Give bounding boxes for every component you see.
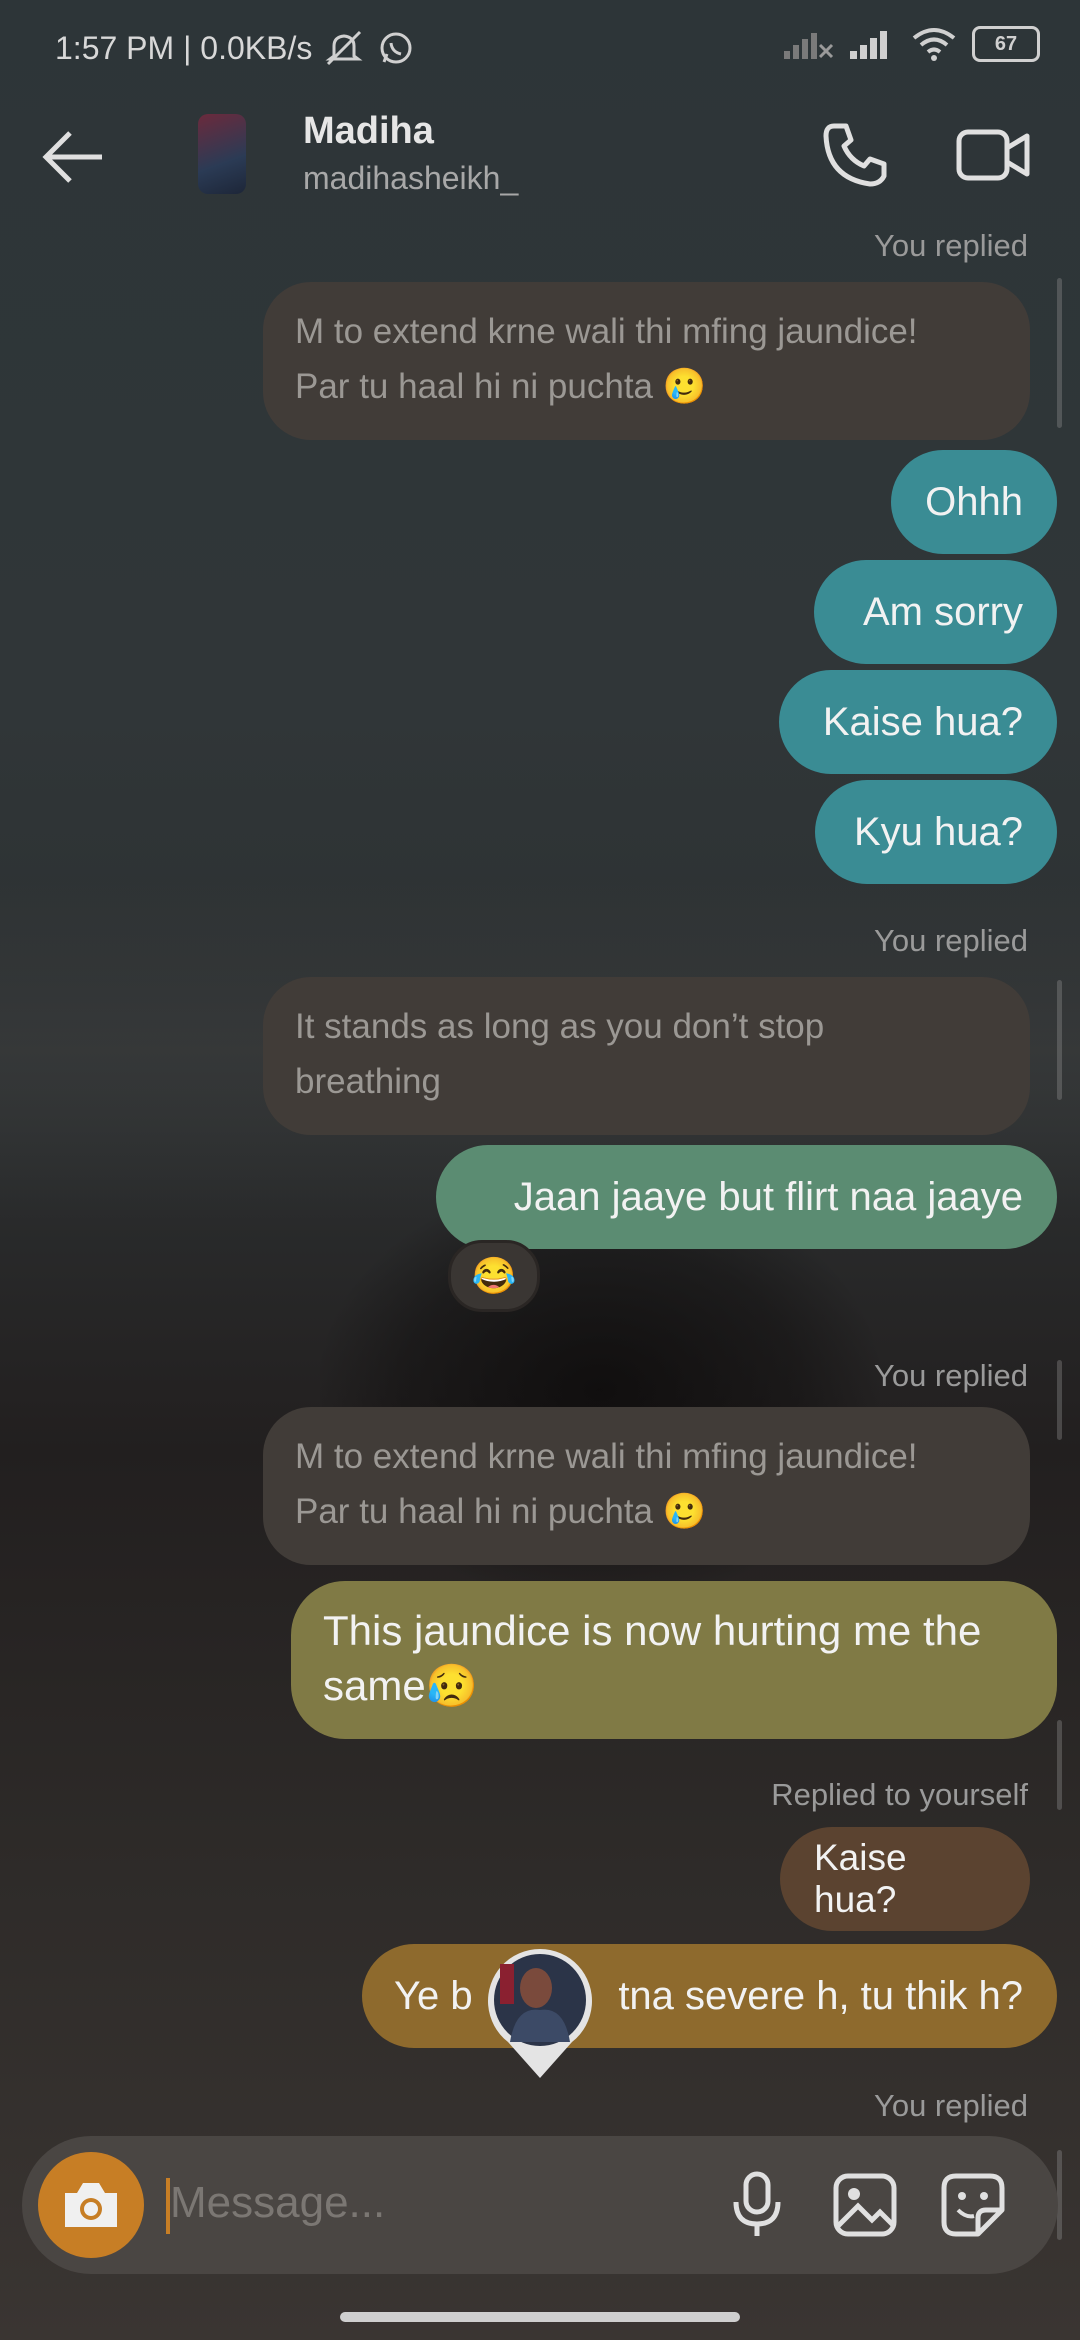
reply-label: You replied (874, 923, 1028, 958)
contact-username[interactable]: madihasheikh_ (303, 160, 518, 197)
chat-header: Madiha madihasheikh_ (0, 96, 1080, 216)
gallery-icon[interactable] (830, 2170, 900, 2240)
camera-icon (65, 2183, 117, 2227)
camera-button[interactable] (38, 2152, 144, 2258)
microphone-icon[interactable] (722, 2170, 792, 2240)
avatar[interactable] (198, 114, 246, 194)
reply-label: You replied (874, 1358, 1028, 1393)
contact-name[interactable]: Madiha (303, 110, 434, 153)
scrollbar[interactable] (1057, 278, 1062, 428)
whatsapp-icon (380, 32, 412, 64)
battery-level: 67 (994, 32, 1018, 55)
back-arrow-icon[interactable] (40, 122, 110, 192)
message-text-left: Ye b (394, 1974, 473, 2018)
scrollbar-track (1057, 1720, 1062, 1810)
message-text-right: tna severe h, tu thik h? (618, 1974, 1023, 2018)
message-bubble[interactable]: Ye b tna severe h, tu thik h? (362, 1944, 1057, 2048)
message-bubble[interactable]: Ohhh (891, 450, 1057, 554)
status-bar: 1:57 PM | 0.0KB/s 67 (0, 0, 1080, 96)
message-bubble[interactable]: Kyu hua? (815, 780, 1057, 884)
wifi-icon (912, 28, 956, 61)
video-call-icon[interactable] (955, 120, 1031, 190)
status-time: 1:57 PM | 0.0KB/s (55, 29, 313, 66)
message-input[interactable]: Message... (170, 2178, 385, 2228)
home-indicator[interactable] (340, 2312, 740, 2322)
replied-message-bubble[interactable]: M to extend krne wali thi mfing jaundice… (263, 1407, 1030, 1565)
message-composer: Message... (22, 2136, 1058, 2274)
reply-label: You replied (874, 228, 1028, 263)
reaction-badge[interactable]: 😂 (448, 1240, 540, 1312)
scrollbar-track (1057, 1360, 1062, 1440)
phone-icon[interactable] (820, 120, 890, 190)
signal-icon (850, 31, 887, 59)
scrollbar-track (1057, 2150, 1062, 2240)
sticker-icon[interactable] (938, 2170, 1008, 2240)
mute-icon (325, 30, 363, 66)
scrollbar-track (1057, 980, 1062, 1100)
message-bubble[interactable]: Kaise hua? (779, 670, 1057, 774)
battery-icon: 67 (972, 26, 1040, 62)
status-left: 1:57 PM | 0.0KB/s (55, 28, 416, 68)
signal-icon (784, 33, 834, 59)
message-bubble[interactable]: Am sorry (814, 560, 1057, 664)
replied-message-bubble[interactable]: It stands as long as you don’t stop brea… (263, 977, 1030, 1135)
seen-avatar (488, 1949, 592, 2078)
replied-message-bubble[interactable]: Kaise hua? (780, 1827, 1030, 1931)
message-bubble[interactable]: This jaundice is now hurting me the same… (291, 1581, 1057, 1739)
message-bubble[interactable]: Jaan jaaye but flirt naa jaaye (436, 1145, 1057, 1249)
reply-label: You replied (874, 2088, 1028, 2123)
status-right: 67 (782, 26, 1040, 62)
reply-label: Replied to yourself (771, 1777, 1028, 1812)
replied-message-bubble[interactable]: M to extend krne wali thi mfing jaundice… (263, 282, 1030, 440)
